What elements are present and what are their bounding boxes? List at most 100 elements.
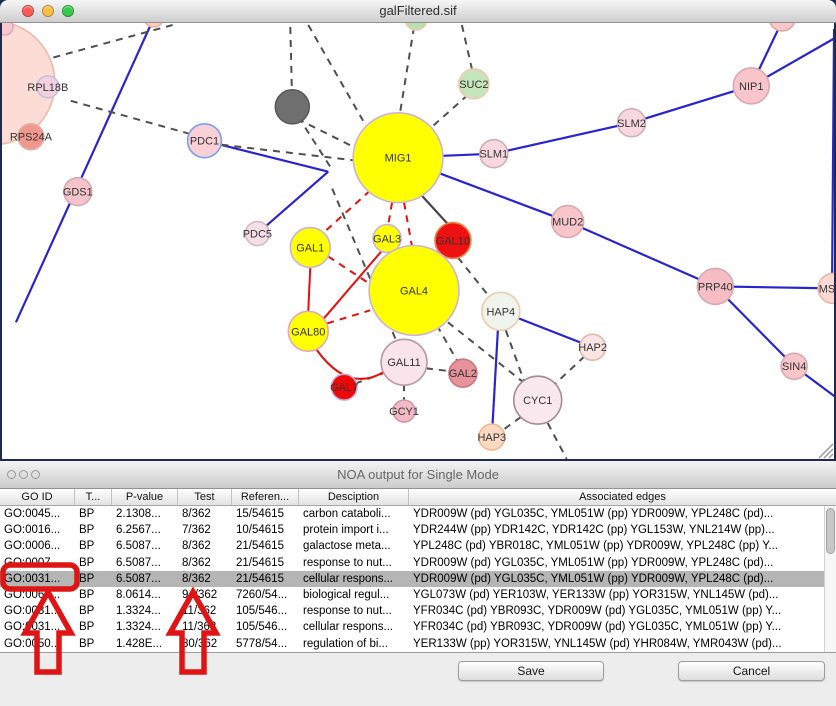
node-label: GAL11 <box>387 357 420 369</box>
node-GAL7[interactable]: GAL7 <box>330 374 358 400</box>
table-cell: YFR034C (pd) YBR093C, YDR009W (pd) YGL03… <box>409 619 836 635</box>
node-circle[interactable] <box>144 23 164 27</box>
node-label: SLM2 <box>617 118 646 130</box>
node-label: MSL1 <box>819 283 834 295</box>
table-cell: YGL073W (pd) YER103W, YER133W (pp) YOR31… <box>409 587 836 603</box>
cancel-button[interactable]: Cancel <box>678 661 825 681</box>
node-HAP3[interactable]: HAP3 <box>478 424 507 450</box>
zoom-button-inactive[interactable] <box>31 470 40 479</box>
table-row[interactable]: GO:0006...BP6.5087...8/36221/54615galact… <box>0 538 836 554</box>
minimize-button[interactable] <box>42 5 54 17</box>
vertical-scrollbar[interactable] <box>824 506 836 652</box>
node-label: SUC2 <box>459 79 488 91</box>
scrollbar-thumb[interactable] <box>826 508 835 554</box>
edge-pd_dash <box>298 117 330 167</box>
network-canvas[interactable]: RPL18BRPS24AGDS1PDC1MIG1SUC2SLM1SLM2NIP1… <box>2 23 834 459</box>
table-row[interactable]: GO:0065...BP8.0614...94/3627260/54...bio… <box>0 587 836 603</box>
network-window-titlebar[interactable]: galFiltered.sif <box>0 0 836 23</box>
table-row[interactable]: GO:0007...BP6.5087...8/36221/54615respon… <box>0 555 836 571</box>
table-cell: BP <box>75 603 112 619</box>
save-button[interactable]: Save <box>458 661 604 681</box>
edge-red <box>316 349 385 379</box>
table-row[interactable]: GO:0016...BP6.2567...7/36210/54615protei… <box>0 522 836 538</box>
table-cell: GO:0045... <box>0 506 75 522</box>
node-PDC1[interactable]: PDC1 <box>188 124 222 158</box>
table-cell: response to nut... <box>299 555 409 571</box>
table-row[interactable]: GO:0045...BP2.1308...8/36215/54615carbon… <box>0 506 836 522</box>
column-header-desciption[interactable]: Desciption <box>299 489 409 505</box>
table-cell: protein import i... <box>299 522 409 538</box>
node-HAP2[interactable]: HAP2 <box>578 334 607 360</box>
table-cell: 8/362 <box>178 571 232 587</box>
node-label: NIP1 <box>739 81 763 93</box>
table-row[interactable]: GO:0031...BP6.5087...8/36221/54615cellul… <box>0 571 836 587</box>
column-header-test[interactable]: Test <box>178 489 232 505</box>
node-GAL11[interactable]: GAL11 <box>381 339 427 385</box>
node-label: MIG1 <box>385 153 412 165</box>
close-button[interactable] <box>22 5 34 17</box>
minimize-button-inactive[interactable] <box>19 470 28 479</box>
noa-window-titlebar[interactable]: NOA output for Single Mode <box>0 461 836 489</box>
resize-grip-icon[interactable] <box>816 441 834 459</box>
table-cell: BP <box>75 522 112 538</box>
node-NIP1[interactable]: NIP1 <box>733 68 769 104</box>
node-GAL80[interactable]: GAL80 <box>288 311 328 351</box>
node-PRP40[interactable]: PRP40 <box>697 268 733 304</box>
node-SIN4[interactable]: SIN4 <box>781 353 807 379</box>
column-header-associated-edges[interactable]: Associated edges <box>409 489 836 505</box>
table-cell: carbon cataboli... <box>299 506 409 522</box>
node-MSL1[interactable]: MSL1 <box>818 273 834 303</box>
column-header-referen-[interactable]: Referen... <box>232 489 299 505</box>
node-GAL2[interactable]: GAL2 <box>449 359 477 387</box>
node-MUD2[interactable]: MUD2 <box>552 206 584 238</box>
table-row[interactable]: GO:0031...BP1.3324...11/362105/546...cel… <box>0 619 836 635</box>
node-label: HAP2 <box>578 342 607 354</box>
node-SUC2[interactable]: SUC2 <box>459 69 489 99</box>
node-green-node-cut-top[interactable] <box>405 23 427 30</box>
table-cell: BP <box>75 571 112 587</box>
node-CYC1[interactable]: CYC1 <box>514 376 562 424</box>
node-small-node-cut-top[interactable] <box>144 23 164 27</box>
node-label: GCY1 <box>389 406 419 418</box>
table-rows: GO:0045...BP2.1308...8/36215/54615carbon… <box>0 506 836 652</box>
table-cell: BP <box>75 636 112 652</box>
table-cell: GO:0016... <box>0 522 75 538</box>
table-cell: 8/362 <box>178 555 232 571</box>
node-label: PRP40 <box>698 281 733 293</box>
close-button-inactive[interactable] <box>7 470 16 479</box>
table-cell: 11/362 <box>178 603 232 619</box>
node-label: MUD2 <box>552 217 583 229</box>
table-cell: 105/546... <box>232 603 299 619</box>
node-GAL1[interactable]: GAL1 <box>290 228 330 268</box>
table-cell: 11/362 <box>178 619 232 635</box>
node-circle[interactable] <box>405 23 427 30</box>
table-cell: YDR009W (pd) YGL035C, YML051W (pp) YDR00… <box>409 506 836 522</box>
node-GAL4[interactable]: GAL4 <box>369 245 459 335</box>
node-label: GDS1 <box>63 187 93 199</box>
node-GDS1[interactable]: GDS1 <box>63 178 93 206</box>
node-circle[interactable] <box>275 90 309 124</box>
node-SLM2[interactable]: SLM2 <box>617 109 646 137</box>
node-label: GAL10 <box>436 235 470 247</box>
edge-pd_dash <box>426 368 450 371</box>
table-row[interactable]: GO:0031...BP1.3324...11/362105/546...res… <box>0 603 836 619</box>
node-MIG1[interactable]: MIG1 <box>353 113 443 203</box>
table-row[interactable]: GO:0050...BP1.428E...80/3625778/54...reg… <box>0 636 836 652</box>
edge-red <box>308 267 310 311</box>
node-circle[interactable] <box>769 23 795 31</box>
node-label: GAL1 <box>296 242 324 254</box>
column-header-p-value[interactable]: P-value <box>112 489 178 505</box>
node-pink-node-cut-top[interactable] <box>769 23 795 31</box>
column-header-t-[interactable]: T... <box>75 489 112 505</box>
zoom-button[interactable] <box>62 5 74 17</box>
node-gray-node[interactable] <box>275 90 309 124</box>
table-cell: 94/362 <box>178 587 232 603</box>
node-HAP4[interactable]: HAP4 <box>482 292 520 330</box>
edge-pd_dash <box>71 101 197 136</box>
column-header-go-id[interactable]: GO ID <box>0 489 75 505</box>
node-label: GAL4 <box>400 285 428 297</box>
node-SLM1[interactable]: SLM1 <box>479 140 508 168</box>
node-GCY1[interactable]: GCY1 <box>389 400 419 422</box>
edge-pp <box>492 313 499 437</box>
table-cell: biological regul... <box>299 587 409 603</box>
